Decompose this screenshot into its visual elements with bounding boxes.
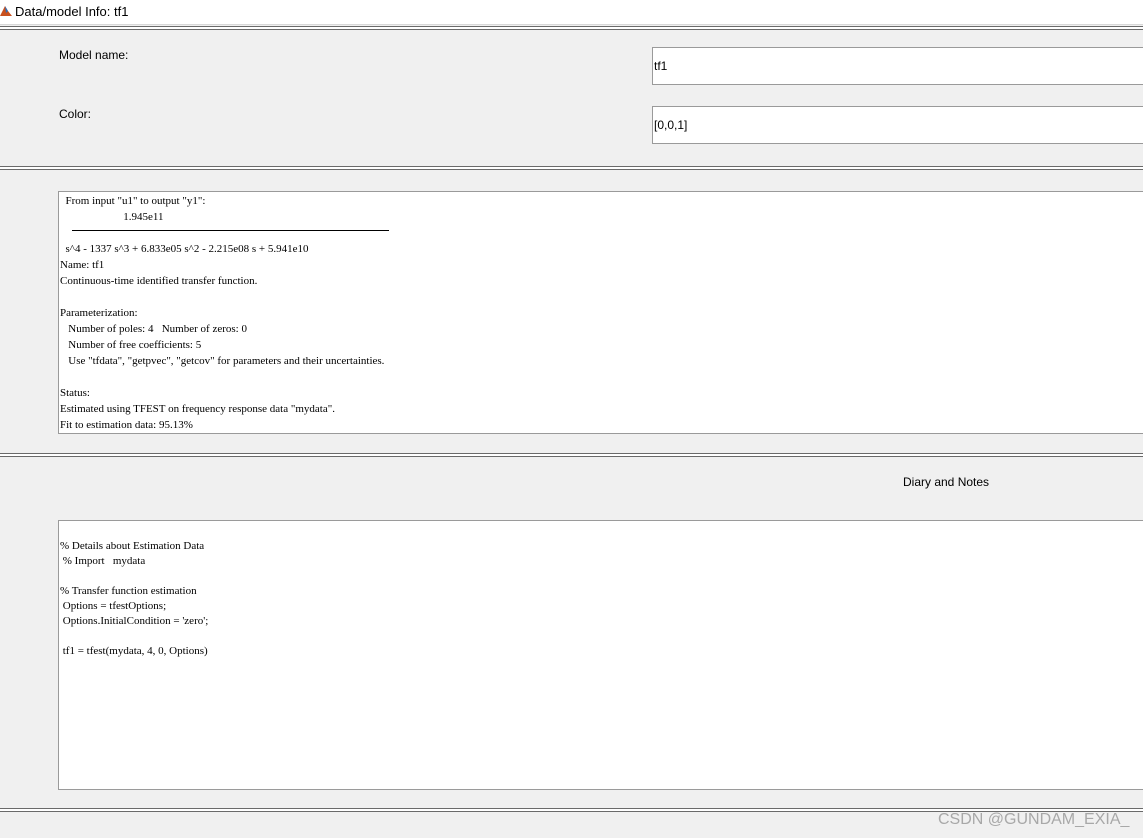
notes-line: Options.InitialCondition = 'zero'; [60,615,209,627]
diary-notes-text-area[interactable]: % Details about Estimation Data % Import… [58,520,1143,790]
title-bar: Data/model Info: tf1 [0,0,1143,25]
model-info-text-area[interactable]: From input "u1" to output "y1": 1.945e11… [58,191,1143,434]
info-line: Fit to estimation data: 95.13% [60,419,193,431]
model-name-field[interactable] [652,47,1143,85]
color-label: Color: [59,107,92,121]
model-name-input[interactable] [654,58,1134,74]
info-line: Number of free coefficients: 5 [60,339,202,351]
model-name-label: Model name: [59,48,129,62]
notes-line: % Import mydata [60,555,146,567]
notes-line: % Transfer function estimation [60,585,197,597]
separator-top [0,26,1143,30]
separator-mid-2 [0,453,1143,457]
notes-line: Options = tfestOptions; [60,600,167,612]
notes-line: % Details about Estimation Data [60,540,205,552]
window-title: Data/model Info: tf1 [15,4,129,19]
color-input[interactable] [654,117,1134,133]
info-line: Number of poles: 4 Number of zeros: 0 [60,323,247,335]
info-line: Continuous-time identified transfer func… [60,275,258,287]
watermark: CSDN @GUNDAM_EXIA_ [938,811,1130,828]
separator-mid-1 [0,166,1143,170]
matlab-icon [0,6,12,16]
info-line: Status: [60,387,90,399]
color-field[interactable] [652,106,1143,144]
info-line: Name: tf1 [60,259,105,271]
fraction-bar [72,230,389,231]
diary-and-notes-label: Diary and Notes [903,475,990,489]
info-line: Use "tfdata", "getpvec", "getcov" for pa… [60,355,385,367]
info-line: Parameterization: [60,307,138,319]
info-line: s^4 - 1337 s^3 + 6.833e05 s^2 - 2.215e08… [60,243,309,255]
notes-line: tf1 = tfest(mydata, 4, 0, Options) [60,645,208,657]
info-line: 1.945e11 [60,211,164,223]
info-line: Estimated using TFEST on frequency respo… [60,403,335,415]
info-line: From input "u1" to output "y1": [60,195,206,207]
